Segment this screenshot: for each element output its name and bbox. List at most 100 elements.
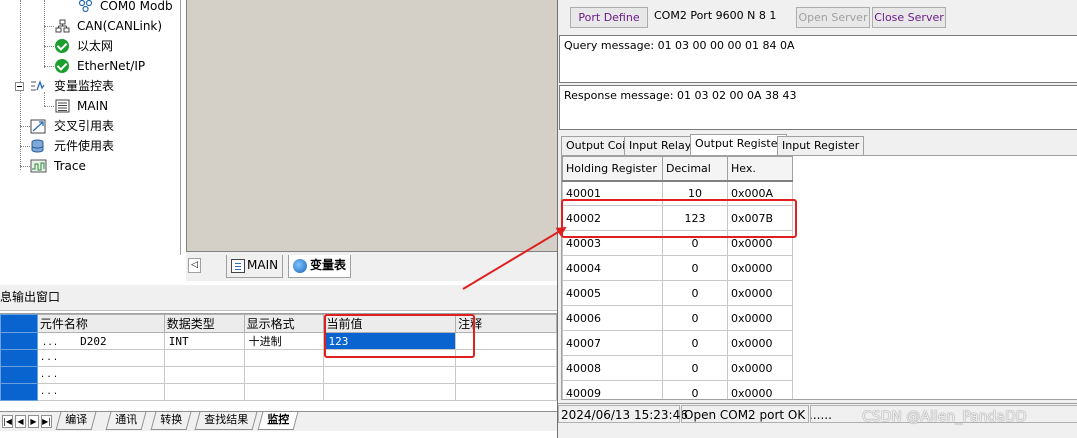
next-tab-icon[interactable]: ▶: [28, 415, 39, 428]
ellipsis-button[interactable]: ...: [42, 338, 58, 348]
first-tab-icon[interactable]: |◀: [2, 415, 13, 428]
register-decimal[interactable]: 0: [662, 305, 728, 331]
register-row[interactable]: 40007 0 0x0000: [562, 330, 793, 356]
cell-format[interactable]: [243, 366, 325, 384]
tab-output-coil[interactable]: Output Coil: [561, 136, 634, 156]
cell-type[interactable]: [163, 349, 245, 367]
register-hex: 0x0000: [727, 355, 793, 381]
register-row[interactable]: 40009 0 0x0000: [562, 380, 793, 399]
database-icon: [30, 139, 45, 153]
tree-item-label: COM0 Modb: [100, 0, 173, 13]
highlight-box-current-value: [324, 314, 475, 358]
tree-item-label: 元件使用表: [54, 139, 115, 153]
register-decimal[interactable]: 0: [662, 255, 728, 281]
cell-name[interactable]: ... D202: [36, 332, 165, 350]
tab-input-relay[interactable]: Input Relay: [624, 136, 697, 156]
tab-compile[interactable]: 编译: [55, 412, 97, 430]
register-row[interactable]: 40008 0 0x0000: [562, 355, 793, 381]
cell-format[interactable]: [243, 349, 325, 367]
tab-output-register[interactable]: Output Register: [690, 134, 787, 156]
watermark-text: CSDN @Allen_PandaDD: [862, 409, 1027, 425]
row-header[interactable]: [0, 383, 38, 401]
tree-connector: [44, 92, 45, 106]
row-header[interactable]: [0, 349, 38, 367]
query-message-box[interactable]: Query message: 01 03 00 00 00 01 84 0A: [559, 35, 1077, 83]
cell-name-text: D202: [80, 334, 107, 348]
editor-tab-bar: ◁ MAIN 变量表: [186, 251, 557, 281]
cell-current-value[interactable]: [323, 366, 457, 384]
row-header[interactable]: [0, 366, 38, 384]
register-decimal[interactable]: 0: [662, 330, 728, 356]
cell-type[interactable]: [163, 366, 245, 384]
tree-connector: [20, 126, 30, 127]
tab-find-results[interactable]: 查找结果: [194, 412, 258, 430]
tree-item-label: 以太网: [77, 39, 114, 53]
register-header-row: Holding Register Decimal Hex.: [562, 156, 793, 182]
register-decimal[interactable]: 0: [662, 280, 728, 306]
register-hex: 0x0000: [727, 255, 793, 281]
tree-connector: [44, 26, 54, 27]
highlight-box-register-40002: [561, 199, 797, 238]
tab-monitor[interactable]: 监控: [257, 412, 299, 430]
table-icon: [55, 99, 70, 113]
tree-item-label: 交叉引用表: [54, 119, 115, 133]
cell-comment[interactable]: [455, 366, 557, 384]
last-tab-icon[interactable]: ▶|: [41, 415, 52, 428]
green-check-icon: [55, 59, 69, 73]
open-server-button[interactable]: Open Server: [796, 7, 870, 28]
tree-connector: [44, 66, 54, 67]
register-row[interactable]: 40005 0 0x0000: [562, 280, 793, 306]
tab-input-register[interactable]: Input Register: [777, 136, 865, 156]
variable-monitor-icon: [30, 79, 45, 93]
column-header-hex[interactable]: Hex.: [727, 156, 793, 182]
tab-compile-label: 编译: [65, 413, 88, 426]
close-server-button[interactable]: Close Server: [872, 7, 946, 28]
tab-comm[interactable]: 通讯: [105, 412, 147, 430]
column-header-decimal[interactable]: Decimal: [662, 156, 728, 182]
port-define-button[interactable]: Port Define: [570, 7, 648, 28]
ladder-icon: [231, 258, 245, 273]
cell-name[interactable]: ...: [36, 366, 165, 384]
table-row[interactable]: ...: [0, 383, 557, 401]
tree-connector: [44, 0, 45, 68]
row-header-corner: [0, 314, 38, 333]
column-header-type[interactable]: 数据类型: [163, 314, 245, 333]
cell-type[interactable]: [163, 383, 245, 401]
cell-name[interactable]: ...: [36, 349, 165, 367]
cell-format[interactable]: [243, 383, 325, 401]
register-decimal[interactable]: 0: [662, 355, 728, 381]
tab-main[interactable]: MAIN: [226, 255, 284, 278]
response-message-box[interactable]: Response message: 01 03 02 00 0A 38 43: [559, 85, 1077, 130]
tree-connector: [20, 146, 30, 147]
tab-scroll-left-icon[interactable]: ◁: [188, 258, 201, 273]
status-timestamp: 2024/06/13 15:23:46: [558, 405, 688, 423]
table-row[interactable]: ...: [0, 366, 557, 384]
collapse-toggle-icon[interactable]: [15, 82, 24, 91]
tree-connector: [44, 46, 54, 47]
cell-type[interactable]: INT: [163, 332, 245, 350]
register-address: 40006: [562, 305, 663, 331]
cell-name[interactable]: ...: [36, 383, 165, 401]
tree-item-label: 变量监控表: [54, 79, 115, 93]
register-address: 40004: [562, 255, 663, 281]
column-header-format[interactable]: 显示格式: [243, 314, 325, 333]
register-row[interactable]: 40006 0 0x0000: [562, 305, 793, 331]
tab-comm-label: 通讯: [115, 413, 138, 426]
cell-comment[interactable]: [455, 383, 557, 401]
cell-format[interactable]: 十进制: [243, 332, 325, 350]
register-hex: 0x0000: [727, 280, 793, 306]
register-hex: 0x0000: [727, 330, 793, 356]
tree-item-label: MAIN: [77, 99, 109, 113]
row-header[interactable]: [0, 332, 38, 350]
register-row[interactable]: 40004 0 0x0000: [562, 255, 793, 281]
tab-convert[interactable]: 转换: [150, 412, 192, 430]
prev-tab-icon[interactable]: ◀: [15, 415, 26, 428]
cell-current-value[interactable]: [323, 383, 457, 401]
tab-variable-table[interactable]: 变量表: [288, 255, 352, 278]
column-header-holding-register[interactable]: Holding Register: [562, 156, 663, 182]
register-hex: 0x0000: [727, 305, 793, 331]
green-check-icon: [55, 39, 69, 53]
register-decimal[interactable]: 0: [662, 380, 728, 399]
column-header-name[interactable]: 元件名称: [36, 314, 165, 333]
tab-monitor-label: 监控: [267, 413, 290, 426]
